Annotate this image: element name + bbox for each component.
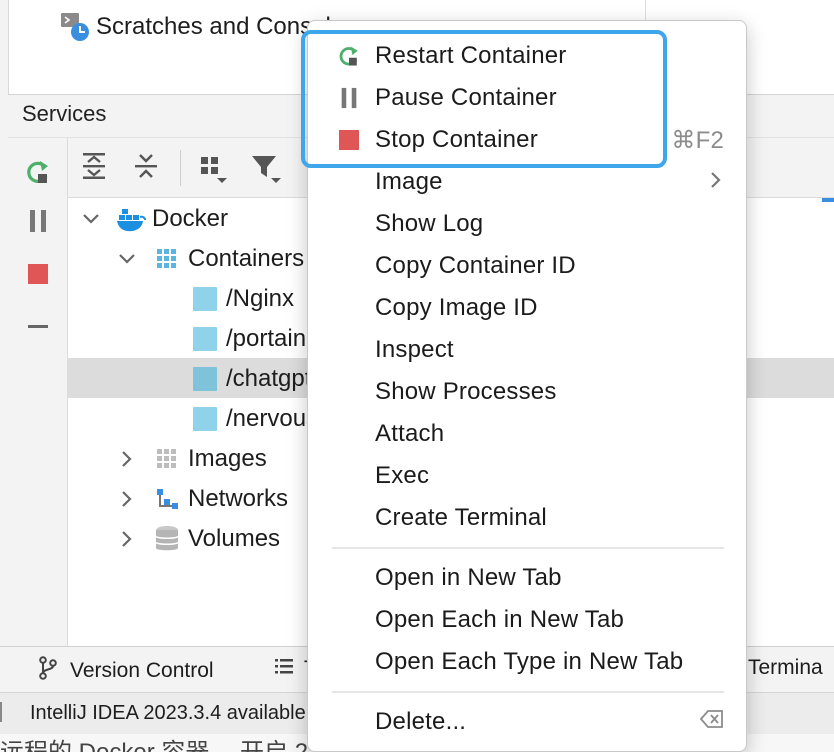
tree-label-images: Images xyxy=(188,445,267,472)
menu-label: Copy Container ID xyxy=(375,252,576,279)
tree-node-container[interactable]: /nervous xyxy=(190,399,318,439)
terminal-tab[interactable]: Termina xyxy=(748,656,823,680)
delete-key-icon xyxy=(699,708,724,736)
chevron-right-icon[interactable] xyxy=(116,488,138,510)
menu-label: Inspect xyxy=(375,336,454,363)
chevron-right-icon[interactable] xyxy=(116,528,138,550)
restart-icon xyxy=(23,157,53,192)
status-text[interactable]: IntelliJ IDEA 2023.3.4 available xyxy=(30,702,306,725)
container-icon xyxy=(190,324,220,354)
tree-label-networks: Networks xyxy=(188,485,289,512)
tree-node-container[interactable]: /chatgpt xyxy=(190,359,311,399)
containers-icon xyxy=(152,244,182,274)
menu-label: Delete... xyxy=(375,708,467,735)
volumes-icon xyxy=(152,524,182,554)
collapse-all-icon xyxy=(131,151,161,186)
toolbar-divider xyxy=(180,150,181,186)
menu-item-exec[interactable]: Exec xyxy=(308,455,748,497)
services-title: Services xyxy=(22,101,107,126)
chevron-down-icon[interactable] xyxy=(116,248,138,270)
menu-item-attach[interactable]: Attach xyxy=(308,413,748,455)
footer-text: 远程的 Docker 容器， 开启 22 xyxy=(0,732,321,752)
menu-item-create-terminal[interactable]: Create Terminal xyxy=(308,497,748,539)
tree-node-container[interactable]: /Nginx xyxy=(190,279,294,319)
restart-button[interactable] xyxy=(20,156,56,192)
menu-item-delete[interactable]: Delete... xyxy=(308,701,748,743)
tree-label-containers: Containers xyxy=(188,245,305,272)
menu-label: Exec xyxy=(375,462,430,489)
right-edge-accent xyxy=(822,198,834,202)
menu-item-copy-container-id[interactable]: Copy Container ID xyxy=(308,245,748,287)
tree-label-volumes: Volumes xyxy=(188,525,281,552)
images-icon xyxy=(152,444,182,474)
menu-item-open-in-new-tab[interactable]: Open in New Tab xyxy=(308,557,748,599)
menu-label: Copy Image ID xyxy=(375,294,538,321)
minus-icon xyxy=(26,316,50,341)
menu-item-open-each-type-in-new-tab[interactable]: Open Each Type in New Tab xyxy=(308,641,748,683)
menu-item-show-processes[interactable]: Show Processes xyxy=(308,371,748,413)
tree-node-docker[interactable]: Docker xyxy=(80,199,228,239)
expand-all-icon xyxy=(79,151,109,186)
group-button[interactable] xyxy=(196,152,232,188)
menu-shortcut: ⌘F2 xyxy=(671,126,724,154)
menu-label: Create Terminal xyxy=(375,504,547,531)
tree-node-images[interactable]: Images xyxy=(116,439,267,479)
stop-button[interactable] xyxy=(20,258,56,294)
menu-label: Show Log xyxy=(375,210,484,237)
menu-item-copy-image-id[interactable]: Copy Image ID xyxy=(308,287,748,329)
menu-label: Image xyxy=(375,168,443,195)
menu-item-open-each-in-new-tab[interactable]: Open Each in New Tab xyxy=(308,599,748,641)
menu-item-inspect[interactable]: Inspect xyxy=(308,329,748,371)
pause-button[interactable] xyxy=(20,205,56,241)
container-label: /nervous xyxy=(226,405,319,432)
menu-label: Attach xyxy=(375,420,445,447)
minus-button[interactable] xyxy=(20,310,56,346)
tree-node-containers[interactable]: Containers xyxy=(116,239,304,279)
menu-label: Open in New Tab xyxy=(375,564,562,591)
container-icon xyxy=(190,284,220,314)
collapse-all-button[interactable] xyxy=(128,150,164,186)
scratches-icon xyxy=(60,11,92,43)
chevron-down-icon[interactable] xyxy=(80,208,102,230)
container-label: /chatgpt xyxy=(226,365,312,392)
chevron-right-icon xyxy=(710,168,722,196)
version-control-tab[interactable]: Version Control xyxy=(38,656,214,686)
list-icon xyxy=(274,656,294,682)
container-icon xyxy=(190,364,220,394)
tree-node-networks[interactable]: Networks xyxy=(116,479,288,519)
pause-icon xyxy=(26,208,50,239)
container-label: /Nginx xyxy=(226,285,295,312)
tree-label-docker: Docker xyxy=(152,205,229,232)
branch-icon xyxy=(38,656,58,686)
filter-icon xyxy=(249,151,283,190)
menu-label: Open Each Type in New Tab xyxy=(375,648,684,675)
networks-icon xyxy=(152,484,182,514)
menu-item-show-log[interactable]: Show Log xyxy=(308,203,748,245)
status-bar-edge xyxy=(0,702,4,722)
highlight-annotation xyxy=(301,30,667,168)
container-icon xyxy=(190,404,220,434)
version-control-label: Version Control xyxy=(70,659,214,682)
group-icon xyxy=(197,151,231,190)
menu-label: Show Processes xyxy=(375,378,557,405)
stop-icon xyxy=(27,263,49,290)
filter-button[interactable] xyxy=(248,152,284,188)
chevron-right-icon[interactable] xyxy=(116,448,138,470)
docker-icon xyxy=(116,204,146,234)
menu-label: Open Each in New Tab xyxy=(375,606,625,633)
menu-separator xyxy=(332,691,724,693)
menu-separator xyxy=(332,547,724,549)
terminal-label: Termina xyxy=(748,656,823,679)
expand-all-button[interactable] xyxy=(76,150,112,186)
tree-node-volumes[interactable]: Volumes xyxy=(116,519,280,559)
